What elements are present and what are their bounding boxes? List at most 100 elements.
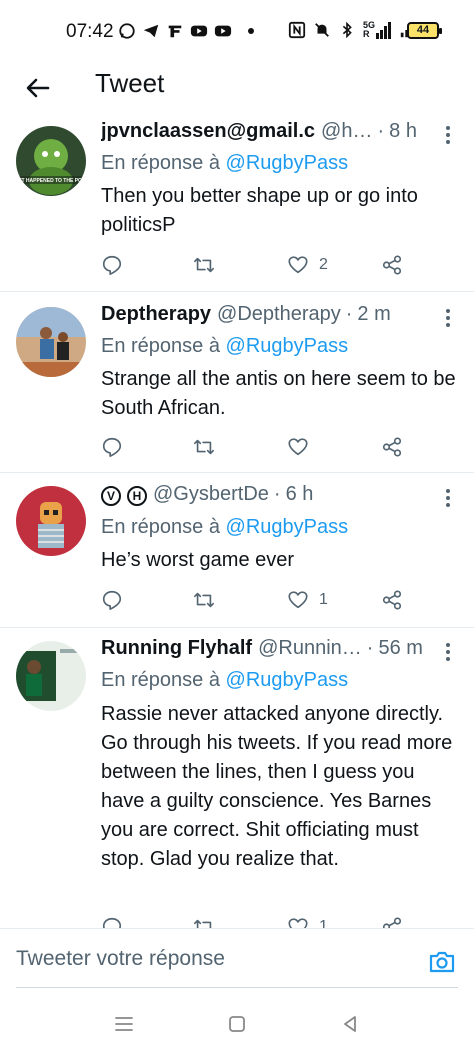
notification-icons: [118, 22, 254, 40]
tweet-text: He’s worst game ever: [101, 549, 295, 571]
user-handle[interactable]: @Runnin…: [258, 637, 362, 660]
more-options-icon[interactable]: [438, 486, 458, 510]
display-name[interactable]: Running Flyhalf: [101, 637, 252, 660]
tweet-reply[interactable]: Deptherapy @Deptherapy · 2 m En réponse …: [0, 293, 474, 473]
status-time: 07:42: [66, 21, 114, 42]
retweet-button[interactable]: [193, 585, 215, 615]
display-name[interactable]: Deptherapy: [101, 303, 211, 326]
fnb-icon: [168, 25, 182, 38]
roaming-label: R: [363, 29, 370, 39]
like-count: 2: [319, 256, 328, 273]
reply-prefix: En réponse à: [101, 152, 220, 174]
reply-mention-link[interactable]: @RugbyPass: [226, 152, 349, 174]
youtube-icon: [214, 25, 232, 37]
page-title: Tweet: [95, 68, 165, 98]
tweet-actions: 2: [101, 250, 411, 280]
tweet-actions: [101, 432, 411, 462]
tweet-text: Strange all the antis on here seem to be…: [101, 368, 456, 419]
tweet-header: V H @GysbertDe · 6 h: [101, 483, 434, 513]
tweet-text: Then you better shape up or go into poli…: [101, 185, 418, 236]
reply-input[interactable]: Tweeter votre réponse: [16, 947, 386, 971]
retweet-icon: [194, 592, 214, 608]
reply-icon: [102, 590, 122, 610]
reply-mention-link[interactable]: @RugbyPass: [226, 335, 349, 357]
recent-apps-icon[interactable]: [112, 1012, 136, 1036]
retweet-button[interactable]: [193, 250, 215, 280]
avatar[interactable]: [16, 307, 86, 377]
reply-button[interactable]: [101, 585, 123, 615]
like-button[interactable]: 1: [287, 585, 328, 615]
share-button[interactable]: [381, 250, 403, 280]
like-count: 1: [319, 591, 328, 608]
retweet-icon: [194, 919, 212, 928]
user-handle[interactable]: @h…: [321, 120, 372, 143]
separator-dot: ·: [377, 120, 385, 142]
like-button[interactable]: 1: [287, 912, 328, 928]
timestamp: 6 h: [285, 483, 314, 505]
tweet-actions: 1: [101, 912, 411, 928]
battery-indicator: 44: [407, 22, 442, 39]
reply-input-underline: [16, 987, 458, 988]
signal-5g-icon: 5G R: [363, 21, 392, 39]
telegram-icon: [143, 24, 159, 38]
share-icon: [382, 255, 402, 275]
name-badge: V: [101, 486, 121, 506]
share-button[interactable]: [381, 912, 403, 928]
reply-button[interactable]: [101, 432, 123, 462]
reply-icon: [102, 917, 122, 928]
like-button[interactable]: [287, 432, 319, 462]
retweet-button[interactable]: [193, 432, 215, 462]
share-button[interactable]: [381, 585, 403, 615]
system-icons: 5G R: [288, 21, 417, 39]
tweet-actions: 1: [101, 585, 411, 615]
share-icon: [382, 917, 402, 928]
reply-composer: Tweeter votre réponse: [0, 928, 474, 990]
retweet-icon: [194, 439, 214, 455]
back-icon[interactable]: [338, 1012, 362, 1036]
tweet-reply-content: Running Flyhalf @Runnin… · 56 m En répon…: [0, 629, 474, 928]
display-name[interactable]: jpvnclaassen@gmail.c: [101, 120, 315, 143]
status-bar: 07:42 5G R 44: [0, 0, 474, 62]
user-handle[interactable]: @Deptherapy: [217, 303, 341, 326]
whatsapp-icon: [119, 23, 135, 39]
tweet-reply[interactable]: V H @GysbertDe · 6 h En réponse à @Rugby…: [0, 474, 474, 628]
more-options-icon[interactable]: [438, 306, 458, 330]
like-button[interactable]: 2: [287, 250, 328, 280]
retweet-button[interactable]: [193, 912, 215, 928]
more-options-icon[interactable]: [438, 640, 458, 664]
reply-mention-link[interactable]: @RugbyPass: [226, 669, 349, 691]
avatar[interactable]: IT HAPPENED TO THE PO: [16, 126, 86, 196]
name-badge: H: [127, 486, 147, 506]
bluetooth-icon: [342, 21, 352, 39]
avatar[interactable]: [16, 486, 86, 556]
home-icon[interactable]: [225, 1012, 249, 1036]
like-count: 1: [319, 918, 328, 928]
back-arrow-icon[interactable]: [22, 72, 54, 104]
heart-icon: [288, 438, 308, 456]
tweet-header: Deptherapy @Deptherapy · 2 m: [101, 303, 434, 333]
reply-button[interactable]: [101, 250, 123, 280]
user-handle[interactable]: @GysbertDe: [153, 483, 269, 506]
share-button[interactable]: [381, 432, 403, 462]
more-notifications-icon: [248, 28, 254, 34]
reply-button[interactable]: [101, 912, 123, 928]
reply-prefix: En réponse à: [101, 516, 220, 538]
top-app-bar: Tweet: [0, 62, 474, 118]
heart-icon: [288, 918, 308, 928]
tweet-reply[interactable]: IT HAPPENED TO THE PO jpvnclaassen@gmail…: [0, 118, 474, 292]
reply-icon: [102, 255, 122, 275]
timestamp: 2 m: [357, 303, 391, 325]
reply-prefix: En réponse à: [101, 335, 220, 357]
reply-mention-link[interactable]: @RugbyPass: [226, 516, 349, 538]
timestamp: 8 h: [389, 120, 417, 142]
reply-context: En réponse à @RugbyPass: [101, 669, 348, 692]
camera-icon[interactable]: [427, 947, 457, 977]
timestamp: 56 m: [378, 637, 423, 659]
tweet-header: jpvnclaassen@gmail.c @h… · 8 h: [101, 120, 434, 150]
reply-icon: [102, 437, 122, 457]
share-icon: [382, 437, 402, 457]
more-options-icon[interactable]: [438, 123, 458, 147]
reply-context: En réponse à @RugbyPass: [101, 335, 348, 358]
reply-context: En réponse à @RugbyPass: [101, 516, 348, 539]
separator-dot: ·: [366, 637, 374, 659]
